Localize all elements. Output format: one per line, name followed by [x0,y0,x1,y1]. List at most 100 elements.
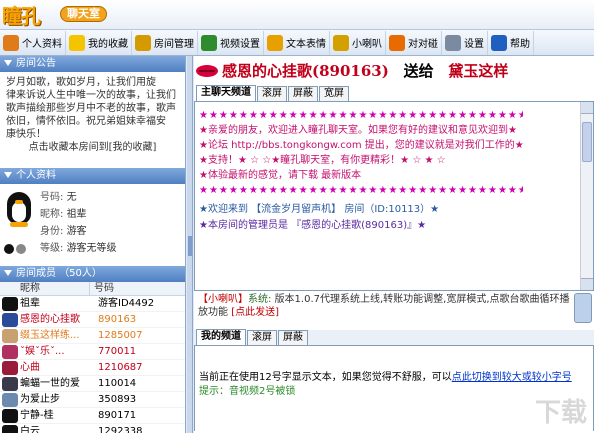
member-nick: 祖辈 [20,298,40,309]
tab-main-channel[interactable]: 主聊天频道 [196,85,256,101]
list-item[interactable]: 感恩的心挂歌 890163 [0,312,185,328]
tab-my-channel[interactable]: 我的频道 [196,329,246,345]
left-panel: 房间公告 岁月如歌，歌如岁月，让我们用旋 律来诉说人生中唯一次的故事，让我们 歌… [0,56,186,433]
member-nick: 白云 [20,426,40,433]
chat-scrollbar[interactable] [580,102,593,290]
members-count: （50人） [59,268,102,279]
main-toolbar: 个人资料 我的收藏 房间管理 视频设置 文本表情 小喇叭 对对碰 设置 帮助 [0,30,594,56]
list-item[interactable]: 白云 1292338 [0,424,185,433]
tab-block[interactable]: 屏蔽 [288,86,318,101]
horn-icon [333,34,349,51]
stars-row: ★★★★★★★★★★★★★★★★★★★★★★★★★★★★★★★★★★★★★★ [199,185,523,196]
collapse-arrow-icon[interactable] [4,172,12,178]
members-header[interactable]: 房间成员 （50人） [0,266,185,282]
user-icon [16,244,26,254]
font-size-link[interactable]: 点此切换到较大或较小字号 [452,372,572,383]
col-nick-header[interactable]: 昵称 [0,282,90,295]
toolbar-label: 视频设置 [220,39,260,50]
list-item[interactable]: ˇ娱ˇ乐ˇ... 770011 [0,344,185,360]
profile-header[interactable]: 个人资料 [0,168,185,184]
announce-title: 房间公告 [16,58,56,69]
scroll-thumb[interactable] [582,122,592,162]
stars-row: ★★★★★★★★★★★★★★★★★★★★★★★★★★★★★★★★★★★★★★ [199,110,523,121]
notice-send-link[interactable]: [点此发送] [231,307,279,318]
profile-level: 等级: 游客无等级 [40,243,117,254]
profile-nick: 昵称: 祖辈 [40,209,87,220]
toolbar-button[interactable]: 设置 [442,30,488,55]
member-id: 350893 [98,394,137,405]
headline-send: 送给 [403,62,434,80]
chat-tabs: 主聊天频道 滚屏 屏蔽 宽屏 [194,85,594,102]
welcome-line: ★亲爱的朋友，欢迎进入瞳孔聊天室。如果您有好的建议和意见欢迎到★ [199,125,517,136]
member-nick: 感恩的心挂歌 [20,314,80,325]
toolbar-label: 个人资料 [22,39,62,50]
tab-block-2[interactable]: 屏蔽 [278,330,308,345]
toolbar-button[interactable]: 我的收藏 [66,30,132,55]
smiley-icon [267,34,283,51]
list-item[interactable]: 宁静-桂 890171 [0,408,185,424]
member-nick: 缀玉这样练... [20,330,80,341]
chat-bubble-icon[interactable] [574,293,592,323]
announce-header[interactable]: 房间公告 [0,56,185,72]
avatar[interactable] [4,192,34,228]
scroll-down-icon[interactable] [581,278,593,290]
announce-line: 岁月如歌，歌如岁月，让我们用旋 [6,77,156,88]
toolbar-button[interactable]: 对对碰 [386,30,442,55]
member-nick: 心曲 [20,362,40,373]
collapse-arrow-icon[interactable] [4,270,12,276]
toolbar-button[interactable]: 帮助 [488,30,534,55]
avatar [2,361,18,375]
my-channel-log[interactable]: 当前正在使用12号字显示文本，如果您觉得不舒服，可以点此切换到较大或较小字号 提… [194,346,594,431]
member-nick: 宁静-桂 [20,410,54,421]
member-id: 770011 [98,346,137,357]
welcome-line-forum[interactable]: ★论坛 http://bbs.tongkongw.com 提出，您的建议就是对我… [199,138,523,153]
toolbar-button[interactable]: 文本表情 [264,30,330,55]
id-card-icon [3,34,19,51]
toolbar-button[interactable]: 视频设置 [198,30,264,55]
list-item[interactable]: 为爱止步 350893 [0,392,185,408]
chat-log[interactable]: ★★★★★★★★★★★★★★★★★★★★★★★★★★★★★★★★★★★★★★ ★… [194,102,594,290]
splitter-grip[interactable] [188,236,192,256]
list-item[interactable]: 心曲 1210687 [0,360,185,376]
app-logo: 瞳孔 [2,4,41,28]
profile-identity: 身份: 游客 [40,226,87,237]
welcome-line-download[interactable]: ★体验最新的感觉，请下载 最新版本 [199,168,523,183]
tab-scroll[interactable]: 滚屏 [257,86,287,101]
scroll-up-icon[interactable] [581,102,593,114]
toolbar-button[interactable]: 小喇叭 [330,30,386,55]
my-channel-tabs: 我的频道 滚屏 屏蔽 [194,329,594,346]
toolbar-label: 小喇叭 [352,39,382,50]
app-logo-sub: 聊天室 [60,6,107,22]
headline-to: 黛玉这样 [448,62,509,80]
key-icon [135,34,151,51]
tab-scroll-2[interactable]: 滚屏 [247,330,277,345]
avatar [2,297,18,311]
toolbar-button[interactable]: 个人资料 [0,30,66,55]
col-id-header[interactable]: 号码 [90,282,114,295]
toolbar-label: 房间管理 [154,39,194,50]
toolbar-button[interactable]: 房间管理 [132,30,198,55]
avatar [2,425,18,433]
tab-widescreen[interactable]: 宽屏 [319,86,349,101]
list-item[interactable]: 祖辈 游客ID4492 [0,296,185,312]
video-icon [201,34,217,51]
system-message: ★本房间的管理员是 『感恩的心挂歌(890163)』★ [199,220,427,231]
qq-icon [4,244,14,254]
avatar [2,409,18,423]
title-bar: 瞳孔 聊天室 [0,0,594,30]
horn-notice: 【小喇叭】系统: 版本1.0.7代理系统上线,转账功能调整,宽屏模式,点歌台歌曲… [194,290,594,326]
members-title: 房间成员 [16,268,56,279]
announce-line: 依旧，情怀依旧。祝兄弟姐妹幸福安 [6,116,166,127]
toolbar-label: 文本表情 [286,39,326,50]
member-id: 890171 [98,410,137,421]
panel-splitter[interactable] [187,56,193,433]
font-size-notice: 当前正在使用12号字显示文本，如果您觉得不舒服，可以点此切换到较大或较小字号 [199,372,572,383]
list-item[interactable]: 缀玉这样练... 1285007 [0,328,185,344]
system-message: ★欢迎来到 【流金岁月留声机】 房间（ID:10113）★ [199,204,440,215]
avatar [2,329,18,343]
announce-line: 律来诉说人生中唯一次的故事，让我们 [6,90,176,101]
collapse-arrow-icon[interactable] [4,60,12,66]
list-item[interactable]: 蝙蝠一世的爱 110014 [0,376,185,392]
profile-title: 个人资料 [16,170,56,181]
bookmark-room-link[interactable]: 点击收藏本房间到[我的收藏] [6,141,179,154]
